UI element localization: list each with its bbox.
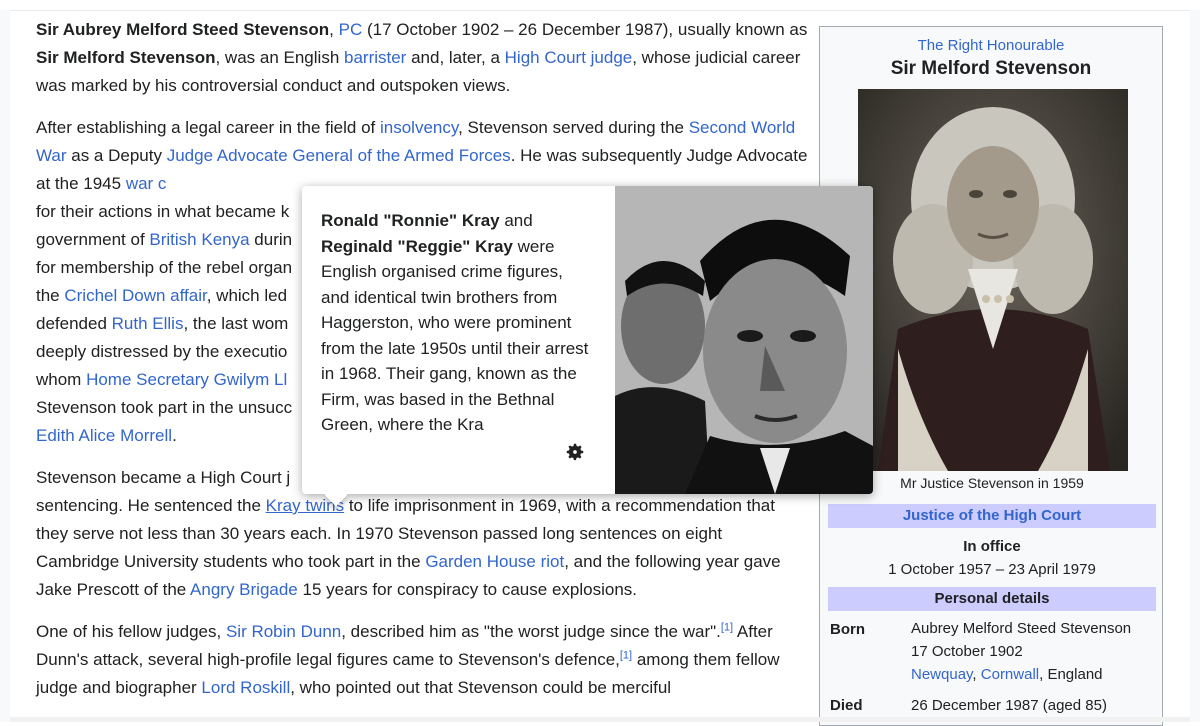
text: deeply distressed by the executio bbox=[36, 342, 288, 361]
reference-1-link[interactable]: [1] bbox=[721, 621, 733, 633]
home-secretary-link[interactable]: Home Secretary Gwilym Ll bbox=[86, 370, 287, 389]
lord-roskill-link[interactable]: Lord Roskill bbox=[201, 678, 290, 697]
robin-dunn-link[interactable]: Sir Robin Dunn bbox=[226, 622, 341, 641]
left-edge bbox=[0, 10, 10, 722]
born-place: Newquay, Cornwall, England bbox=[911, 663, 1131, 686]
born-label: Born bbox=[830, 621, 865, 638]
text: , who pointed out that Stevenson could b… bbox=[290, 678, 672, 697]
insolvency-link[interactable]: insolvency bbox=[380, 118, 458, 137]
paragraph-1: Sir Aubrey Melford Steed Stevenson, PC (… bbox=[36, 16, 808, 100]
text: (17 October 1902 – 26 December 1987), us… bbox=[362, 20, 808, 39]
text: Kray bbox=[475, 236, 513, 256]
judge-advocate-general-link[interactable]: Judge Advocate General of the Armed Forc… bbox=[167, 146, 511, 165]
reference-1-link-2[interactable]: [1] bbox=[620, 649, 632, 661]
text: One of his fellow judges, bbox=[36, 622, 226, 641]
garden-house-riot-link[interactable]: Garden House riot bbox=[425, 552, 564, 571]
popup-text-fade bbox=[522, 410, 592, 436]
cornwall-link[interactable]: Cornwall bbox=[981, 666, 1039, 683]
personal-details-header: Personal details bbox=[828, 587, 1156, 611]
infobox-honorific[interactable]: The Right Honourable bbox=[820, 37, 1162, 54]
text: for membership of the rebel organ bbox=[36, 258, 293, 277]
text: After establishing a legal career in the… bbox=[36, 118, 380, 137]
office-term: 1 October 1957 – 23 April 1979 bbox=[888, 561, 1096, 578]
text: the bbox=[36, 286, 65, 305]
top-bar bbox=[0, 0, 1200, 11]
text: government of bbox=[36, 230, 150, 249]
text: were English organised crime figures, an… bbox=[321, 236, 589, 434]
high-court-judge-link[interactable]: High Court judge bbox=[505, 48, 633, 67]
crichel-down-link[interactable]: Crichel Down affair bbox=[64, 286, 206, 305]
born-value: Aubrey Melford Steed Stevenson 17 Octobe… bbox=[911, 617, 1131, 686]
text: , which led bbox=[206, 286, 288, 305]
text: , bbox=[329, 20, 339, 39]
text: and bbox=[499, 211, 533, 230]
subject-name: Sir Aubrey Melford Steed Stevenson bbox=[36, 20, 330, 39]
text: , was an English bbox=[215, 48, 344, 67]
portrait-image[interactable] bbox=[858, 89, 1128, 471]
office-header[interactable]: Justice of the High Court bbox=[828, 504, 1156, 528]
text: , bbox=[972, 666, 981, 683]
in-office-label: In office bbox=[963, 538, 1021, 555]
known-as-name: Sir Melford Stevenson bbox=[36, 48, 216, 67]
text: Stevenson took part in the unsucc bbox=[36, 398, 293, 417]
died-label: Died bbox=[830, 697, 863, 714]
text: and, later, a bbox=[406, 48, 505, 67]
text: . bbox=[172, 426, 177, 445]
born-date: 17 October 1902 bbox=[911, 643, 1023, 660]
british-kenya-link[interactable]: British Kenya bbox=[149, 230, 249, 249]
edith-morrell-link[interactable]: Edith Alice Morrell bbox=[36, 426, 172, 445]
text: as a Deputy bbox=[66, 146, 167, 165]
text: Kray bbox=[461, 211, 500, 230]
text: sentencing. He sentenced the bbox=[36, 496, 266, 515]
text: for their actions in what became k bbox=[36, 202, 290, 221]
popup-thumbnail[interactable] bbox=[615, 186, 873, 494]
infobox-title: Sir Melford Stevenson bbox=[890, 58, 1092, 79]
text: whom bbox=[36, 370, 87, 389]
text: durin bbox=[249, 230, 293, 249]
text: defended bbox=[36, 314, 112, 333]
text: Reginald bbox=[321, 236, 393, 256]
text: "Reggie" bbox=[397, 236, 471, 256]
born-name: Aubrey Melford Steed Stevenson bbox=[911, 620, 1132, 637]
pc-link[interactable]: PC bbox=[339, 20, 363, 39]
text: Ronald bbox=[321, 211, 379, 230]
ruth-ellis-link[interactable]: Ruth Ellis bbox=[112, 314, 184, 333]
died-value: 26 December 1987 (aged 85) bbox=[911, 697, 1107, 714]
text: , England bbox=[1039, 666, 1103, 683]
text: "Ronnie" bbox=[383, 211, 458, 230]
paragraph-4: One of his fellow judges, Sir Robin Dunn… bbox=[36, 618, 808, 702]
portrait-drawing bbox=[858, 89, 1128, 471]
gear-icon[interactable] bbox=[564, 441, 586, 463]
text: 15 years for conspiracy to cause explosi… bbox=[297, 580, 637, 599]
kray-twins-photo bbox=[615, 186, 873, 494]
barrister-link[interactable]: barrister bbox=[344, 48, 406, 67]
newquay-link[interactable]: Newquay bbox=[911, 666, 972, 683]
text: , the last wom bbox=[183, 314, 289, 333]
war-crimes-link[interactable]: war c bbox=[126, 174, 167, 193]
text: , described him as "the worst judge sinc… bbox=[341, 622, 721, 641]
angry-brigade-link[interactable]: Angry Brigade bbox=[190, 580, 298, 599]
text: Stevenson became a High Court j bbox=[36, 468, 291, 487]
popup-extract[interactable]: Ronald "Ronnie" Kray and Reginald "Reggi… bbox=[321, 208, 589, 433]
right-scrollbar[interactable] bbox=[1190, 10, 1200, 722]
text: , Stevenson served during the bbox=[458, 118, 689, 137]
page-preview-popup[interactable]: Ronald "Ronnie" Kray and Reginald "Reggi… bbox=[302, 186, 873, 507]
horizontal-scrollbar[interactable] bbox=[10, 717, 1190, 722]
